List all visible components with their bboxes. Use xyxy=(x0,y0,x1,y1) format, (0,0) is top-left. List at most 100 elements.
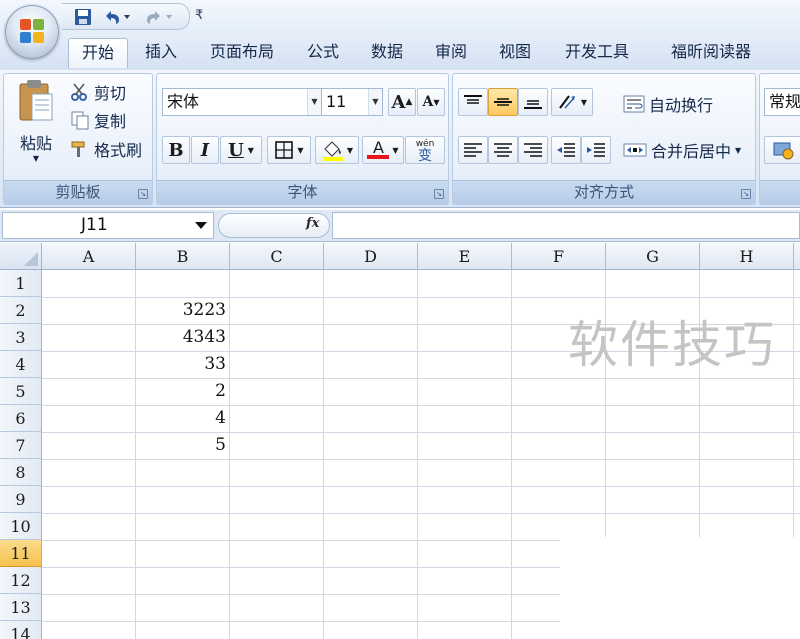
row-header-10[interactable]: 10 xyxy=(0,513,42,540)
align-middle-button[interactable] xyxy=(488,88,518,116)
row-header-11[interactable]: 11 xyxy=(0,540,42,567)
font-group-label: 字体 xyxy=(157,180,448,204)
redo-button[interactable] xyxy=(142,8,176,26)
row-header-8[interactable]: 8 xyxy=(0,459,42,486)
underline-dropdown-icon: ▼ xyxy=(247,145,254,155)
cell-b1[interactable] xyxy=(136,270,230,297)
row-header-9[interactable]: 9 xyxy=(0,486,42,513)
tab-view[interactable]: 视图 xyxy=(488,38,542,68)
row-header-13[interactable]: 13 xyxy=(0,594,42,621)
grow-font-button[interactable]: A ▲ xyxy=(388,88,416,116)
fill-bucket-icon xyxy=(322,141,343,161)
clipboard-dialog-launcher-icon[interactable]: ↘ xyxy=(138,189,148,199)
font-name-dropdown-icon[interactable]: ▼ xyxy=(307,89,321,115)
customize-quick-access-button[interactable]: ₹ xyxy=(195,8,203,23)
shrink-font-button[interactable]: A ▼ xyxy=(417,88,445,116)
column-header-partial[interactable] xyxy=(794,243,800,270)
orientation-button[interactable]: ▼ xyxy=(551,88,593,116)
cut-button[interactable]: 剪切 xyxy=(70,80,126,104)
name-box[interactable]: J11 xyxy=(2,212,214,239)
font-size-combo[interactable]: 11 ▼ xyxy=(321,88,383,116)
tab-home[interactable]: 开始 xyxy=(68,38,128,68)
insert-function-button[interactable]: fx xyxy=(306,216,319,231)
column-header-c[interactable]: C xyxy=(230,243,324,270)
underline-button[interactable]: U ▼ xyxy=(220,136,262,164)
cell-b4[interactable]: 33 xyxy=(136,351,230,378)
cell-b3[interactable]: 4343 xyxy=(136,324,230,351)
name-box-dropdown-icon[interactable] xyxy=(195,222,207,229)
align-top-button[interactable] xyxy=(458,88,488,116)
font-color-dropdown-icon: ▼ xyxy=(392,145,399,155)
increase-indent-button[interactable] xyxy=(581,136,611,164)
italic-button[interactable]: I xyxy=(191,136,219,164)
format-painter-button[interactable]: 格式刷 xyxy=(70,137,142,161)
tab-developer[interactable]: 开发工具 xyxy=(552,38,642,68)
column-header-d[interactable]: D xyxy=(324,243,418,270)
column-header-a[interactable]: A xyxy=(42,243,136,270)
column-header-b[interactable]: B xyxy=(136,243,230,270)
format-painter-icon xyxy=(71,141,85,157)
orientation-dropdown-icon: ▼ xyxy=(580,97,588,107)
phonetic-char-icon: 变 xyxy=(418,148,432,164)
tab-review[interactable]: 审阅 xyxy=(424,38,478,68)
select-all-button[interactable] xyxy=(0,243,42,270)
column-header-f[interactable]: F xyxy=(512,243,606,270)
gridline xyxy=(42,486,800,487)
font-name-combo[interactable]: 宋体 ▼ xyxy=(162,88,322,116)
row-header-14[interactable]: 14 xyxy=(0,621,42,639)
row-header-3[interactable]: 3 xyxy=(0,324,42,351)
title-bar: ₹ xyxy=(0,0,800,34)
decrease-indent-icon xyxy=(557,143,575,157)
align-left-button[interactable] xyxy=(458,136,488,164)
column-header-e[interactable]: E xyxy=(418,243,512,270)
watermark-backdrop xyxy=(560,537,800,639)
formula-input[interactable] xyxy=(332,212,800,239)
accounting-format-button[interactable] xyxy=(764,136,800,164)
tab-foxit-reader[interactable]: 福昕阅读器 xyxy=(650,38,772,68)
copy-button[interactable]: 复制 xyxy=(70,108,126,132)
tab-formulas[interactable]: 公式 xyxy=(296,38,350,68)
worksheet-grid[interactable]: A B C D E F G H 1 2 3 4 5 6 7 8 9 10 11 … xyxy=(0,243,800,639)
wrap-text-button[interactable]: 自动换行 xyxy=(623,92,713,116)
bold-button[interactable]: B xyxy=(162,136,190,164)
decrease-indent-button[interactable] xyxy=(551,136,581,164)
row-header-6[interactable]: 6 xyxy=(0,405,42,432)
borders-button[interactable]: ▼ xyxy=(267,136,311,164)
align-left-icon xyxy=(464,143,482,157)
cell-b5[interactable]: 2 xyxy=(136,378,230,405)
row-header-5[interactable]: 5 xyxy=(0,378,42,405)
row-header-12[interactable]: 12 xyxy=(0,567,42,594)
cell-b7[interactable]: 5 xyxy=(136,432,230,459)
tab-page-layout[interactable]: 页面布局 xyxy=(196,38,288,68)
font-size-dropdown-icon[interactable]: ▼ xyxy=(368,89,382,115)
column-header-h[interactable]: H xyxy=(700,243,794,270)
alignment-dialog-launcher-icon[interactable]: ↘ xyxy=(741,189,751,199)
clipboard-group-label: 剪贴板 xyxy=(4,180,152,204)
align-center-button[interactable] xyxy=(488,136,518,164)
font-color-button[interactable]: A ▼ xyxy=(362,136,404,164)
copy-label: 复制 xyxy=(94,112,127,131)
cell-b2[interactable]: 3223 xyxy=(136,297,230,324)
font-dialog-launcher-icon[interactable]: ↘ xyxy=(434,189,444,199)
align-center-icon xyxy=(494,143,512,157)
office-button[interactable] xyxy=(5,5,59,59)
paste-button[interactable]: 粘贴 ▼ xyxy=(10,78,62,174)
align-right-button[interactable] xyxy=(518,136,548,164)
undo-button[interactable] xyxy=(100,8,134,26)
phonetic-guide-button[interactable]: wén 变 xyxy=(405,136,445,164)
paste-icon xyxy=(19,80,53,121)
number-format-combo[interactable]: 常规 xyxy=(764,88,800,116)
fill-color-button[interactable]: ▼ xyxy=(315,136,359,164)
row-header-1[interactable]: 1 xyxy=(0,270,42,297)
row-header-2[interactable]: 2 xyxy=(0,297,42,324)
tab-data[interactable]: 数据 xyxy=(360,38,414,68)
tab-insert[interactable]: 插入 xyxy=(134,38,188,68)
row-header-4[interactable]: 4 xyxy=(0,351,42,378)
align-bottom-button[interactable] xyxy=(518,88,548,116)
row-header-7[interactable]: 7 xyxy=(0,432,42,459)
column-header-g[interactable]: G xyxy=(606,243,700,270)
save-button[interactable] xyxy=(72,8,94,26)
merge-center-button[interactable]: 合并后居中 ▼ xyxy=(623,138,741,162)
cell-b6[interactable]: 4 xyxy=(136,405,230,432)
redo-icon xyxy=(147,11,172,24)
